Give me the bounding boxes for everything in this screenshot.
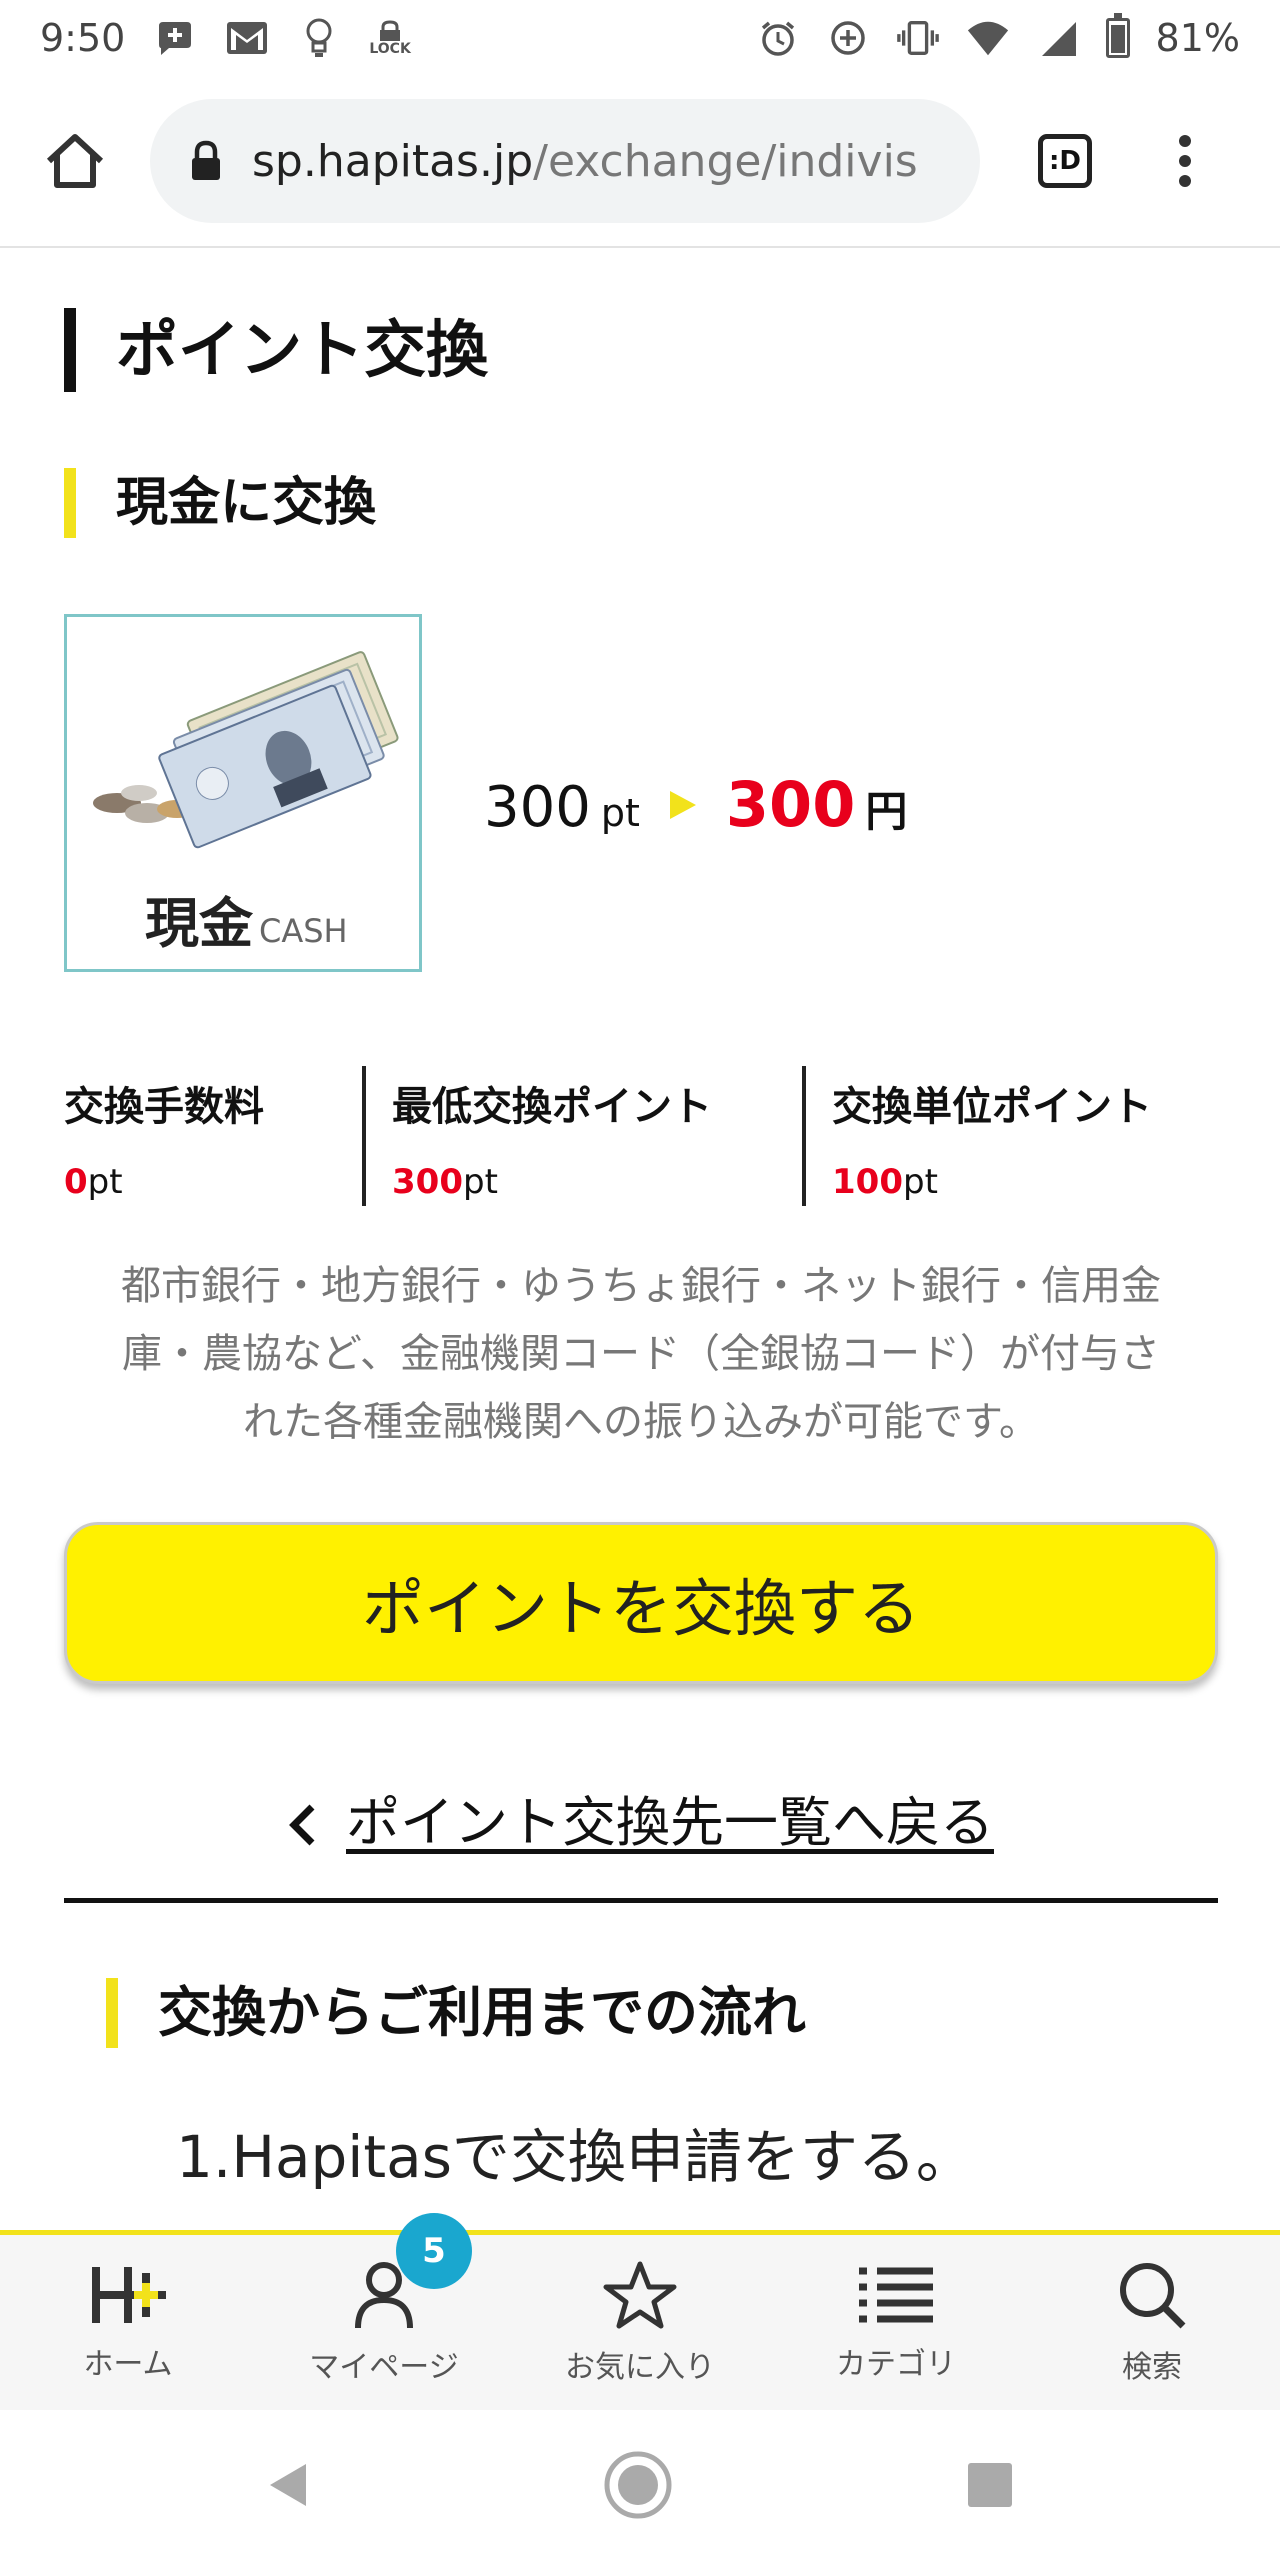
signal-icon bbox=[1036, 16, 1080, 60]
stat-unit: pt bbox=[87, 1162, 123, 1202]
url-host: sp.hapitas.jp bbox=[252, 135, 534, 187]
home-circle-icon[interactable] bbox=[603, 2450, 673, 2520]
divider bbox=[64, 1898, 1218, 1903]
section-title: 現金に交換 bbox=[64, 468, 376, 538]
page-title: ポイント交換 bbox=[64, 308, 488, 392]
url-path: /exchange/indivis bbox=[533, 135, 918, 187]
stat-unit: pt bbox=[462, 1162, 498, 1202]
stat-minimum: 最低交換ポイント 300pt bbox=[362, 1066, 802, 1206]
lock-icon: LOCK bbox=[369, 16, 411, 60]
home-button[interactable] bbox=[30, 116, 120, 206]
search-icon bbox=[1120, 2262, 1186, 2328]
vibrate-icon bbox=[896, 16, 940, 60]
wifi-icon bbox=[966, 16, 1010, 60]
home-logo-icon bbox=[92, 2266, 166, 2323]
stat-unit: pt bbox=[902, 1162, 938, 1202]
battery-icon bbox=[1105, 13, 1130, 58]
rate-points: 300 bbox=[484, 775, 591, 840]
cash-label-en: CASH bbox=[259, 912, 348, 950]
tab-switcher-button[interactable]: :D bbox=[1020, 116, 1110, 206]
stat-number: 300 bbox=[392, 1162, 463, 1202]
tab-search[interactable]: 検索 bbox=[1024, 2235, 1280, 2410]
description-line: れた各種金融機関への振り込みが可能です。 bbox=[243, 1399, 1039, 1445]
rate-yen-value: 300 bbox=[725, 768, 856, 841]
data-saver-icon bbox=[826, 16, 870, 60]
banknotes-coins-icon bbox=[93, 651, 399, 849]
more-vert-icon bbox=[1179, 135, 1191, 187]
star-icon bbox=[603, 2261, 677, 2328]
alarm-icon bbox=[756, 16, 800, 60]
flow-step-1: 1.Hapitasで交換申請をする。 bbox=[176, 2123, 974, 2191]
padlock-icon bbox=[192, 140, 220, 180]
chat-plus-icon bbox=[153, 16, 197, 60]
tab-label: お気に入り bbox=[565, 2349, 715, 2385]
rate-points-unit: pt bbox=[600, 791, 640, 835]
cash-label: 現金 CASH bbox=[145, 879, 348, 958]
stat-fee: 交換手数料 0pt bbox=[64, 1066, 362, 1206]
status-bar: 9:50 LOCK 81% bbox=[0, 0, 1280, 76]
stat-unit-points: 交換単位ポイント 100pt bbox=[802, 1066, 1218, 1206]
back-triangle-icon[interactable] bbox=[266, 2460, 310, 2510]
list-icon bbox=[859, 2267, 933, 2322]
stat-number: 100 bbox=[832, 1162, 903, 1202]
exchange-rate: 300 pt 300 円 bbox=[484, 768, 907, 841]
back-link-label: ポイント交換先一覧へ戻る bbox=[346, 1791, 994, 1854]
bottom-tab-bar: ホーム 5 マイページ お気に入り カテゴリ 検索 bbox=[0, 2213, 1280, 2410]
battery-percent: 81% bbox=[1155, 16, 1240, 60]
exchange-points-button[interactable]: ポイントを交換する bbox=[64, 1522, 1218, 1684]
flow-title: 交換からご利用までの流れ bbox=[106, 1978, 806, 2048]
overflow-menu-button[interactable] bbox=[1140, 116, 1230, 206]
rate-yen-unit: 円 bbox=[865, 787, 908, 836]
tab-label: マイページ bbox=[309, 2349, 459, 2385]
lightbulb-icon bbox=[297, 16, 341, 60]
description: 都市銀行・地方銀行・ゆうちょ銀行・ネット銀行・信用金 庫・農協など、金融機関コー… bbox=[64, 1252, 1218, 1456]
status-time: 9:50 bbox=[40, 16, 126, 60]
notification-badge: 5 bbox=[396, 2213, 472, 2289]
tab-label: ホーム bbox=[83, 2346, 173, 2382]
tab-category[interactable]: カテゴリ bbox=[768, 2235, 1024, 2410]
lock-label: LOCK bbox=[369, 41, 411, 57]
description-line: 庫・農協など、金融機関コード（全銀協コード）が付与さ bbox=[122, 1331, 1160, 1377]
system-nav-bar bbox=[0, 2410, 1280, 2560]
tab-mypage[interactable]: 5 マイページ bbox=[256, 2213, 512, 2410]
stat-title: 交換手数料 bbox=[64, 1084, 264, 1130]
home-icon bbox=[46, 134, 104, 188]
cash-label-jp: 現金 bbox=[145, 892, 253, 955]
back-to-list-link[interactable]: ポイント交換先一覧へ戻る bbox=[64, 1778, 1218, 1857]
stat-value: 300pt bbox=[392, 1162, 802, 1202]
description-line: 都市銀行・地方銀行・ゆうちょ銀行・ネット銀行・信用金 bbox=[121, 1263, 1161, 1309]
tab-label: 検索 bbox=[1122, 2349, 1182, 2385]
recents-square-icon[interactable] bbox=[966, 2461, 1014, 2509]
chevron-left-icon bbox=[288, 1791, 318, 1854]
stat-value: 100pt bbox=[832, 1162, 1218, 1202]
stat-number: 0 bbox=[64, 1162, 88, 1202]
cash-card-image: 現金 CASH bbox=[64, 614, 422, 972]
stat-title: 交換単位ポイント bbox=[832, 1084, 1152, 1130]
tab-count-icon: :D bbox=[1038, 134, 1092, 188]
browser-toolbar: sp.hapitas.jp/exchange/indivis :D bbox=[0, 76, 1280, 248]
url-bar[interactable]: sp.hapitas.jp/exchange/indivis bbox=[150, 99, 980, 223]
stat-value: 0pt bbox=[64, 1162, 362, 1202]
stat-title: 最低交換ポイント bbox=[392, 1084, 712, 1130]
tab-home[interactable]: ホーム bbox=[0, 2235, 256, 2410]
gmail-icon bbox=[225, 16, 269, 60]
exchange-stats: 交換手数料 0pt 最低交換ポイント 300pt 交換単位ポイント 100pt bbox=[64, 1066, 1218, 1206]
tab-label: カテゴリ bbox=[836, 2346, 956, 2382]
tab-favorites[interactable]: お気に入り bbox=[512, 2235, 768, 2410]
arrow-right-icon bbox=[669, 790, 696, 819]
